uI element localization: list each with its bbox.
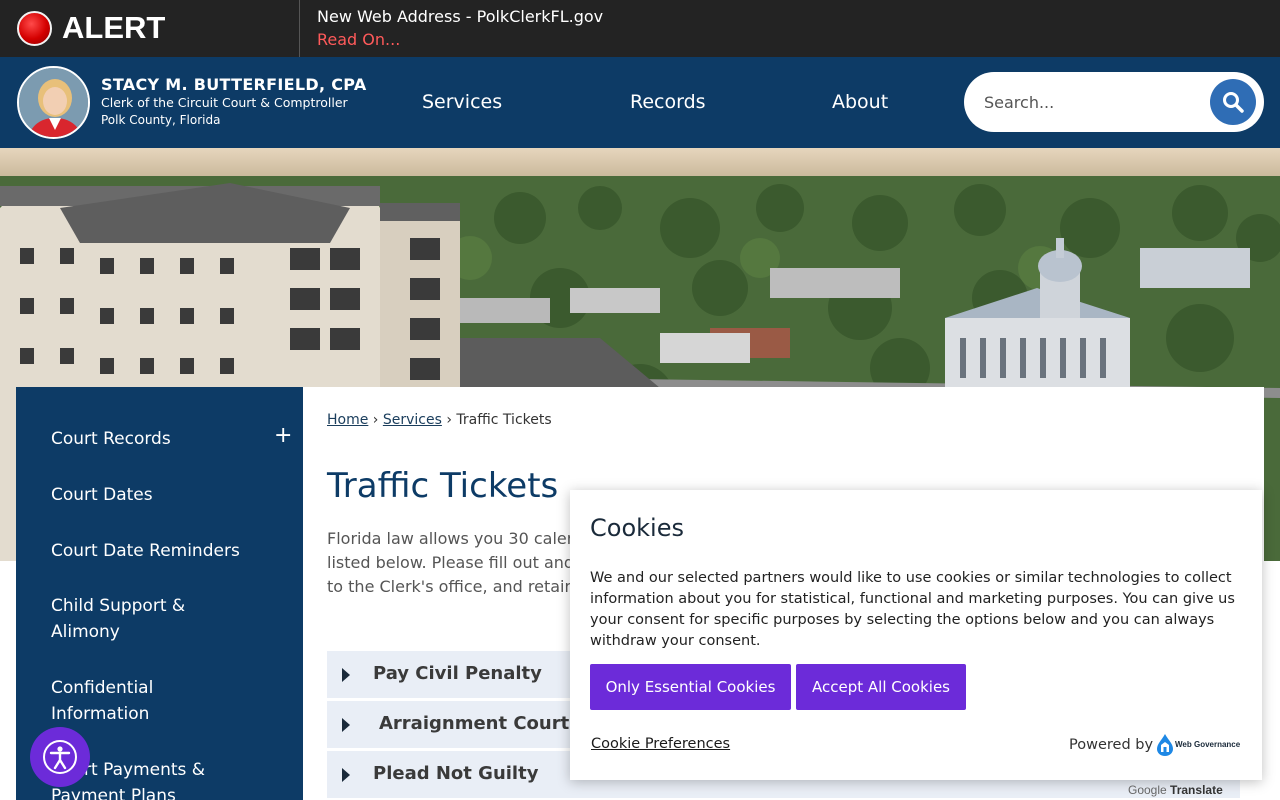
caret-right-icon [342, 768, 350, 782]
breadcrumb-current: Traffic Tickets [456, 412, 552, 428]
google-brand: Google [1128, 783, 1167, 797]
web-governance-logo: Web Governance [1155, 733, 1245, 757]
nav-services[interactable]: Services [422, 91, 502, 113]
page-title: Traffic Tickets [327, 466, 559, 506]
caret-right-icon [342, 718, 350, 732]
caret-right-icon [342, 668, 350, 682]
search-box [964, 72, 1264, 132]
sidebar-item-court-date-reminders[interactable]: Court Date Reminders [51, 538, 240, 564]
alert-read-on-link[interactable]: Read On... [317, 30, 400, 49]
search-icon [1223, 92, 1244, 113]
accordion-label: Arraignment Court Ap [379, 713, 603, 734]
breadcrumb: Home › Services › Traffic Tickets [327, 412, 552, 428]
only-essential-cookies-button[interactable]: Only Essential Cookies [590, 664, 791, 710]
cookie-description: We and our selected partners would like … [590, 570, 1235, 649]
clerk-title: Clerk of the Circuit Court & Comptroller [101, 95, 348, 110]
breadcrumb-services[interactable]: Services [383, 412, 442, 428]
search-input[interactable] [984, 85, 1204, 119]
clerk-portrait [17, 66, 90, 139]
clerk-location: Polk County, Florida [101, 113, 221, 127]
cookie-title: Cookies [590, 514, 684, 542]
accessibility-icon [43, 740, 77, 774]
site-header: STACY M. BUTTERFIELD, CPA Clerk of the C… [0, 57, 1280, 148]
web-governance-logo-text: Web Governance [1175, 740, 1241, 749]
google-translate-widget[interactable]: Google Translate [1128, 783, 1223, 797]
accept-all-cookies-button[interactable]: Accept All Cookies [796, 664, 966, 710]
clerk-name: STACY M. BUTTERFIELD, CPA [101, 75, 367, 94]
accordion-label: Pay Civil Penalty [373, 663, 542, 684]
search-button[interactable] [1210, 79, 1256, 125]
breadcrumb-separator: › [372, 412, 379, 428]
nav-about[interactable]: About [832, 91, 888, 113]
powered-by-label: Powered by [1069, 737, 1154, 753]
alert-bar: ALERT New Web Address - PolkClerkFL.gov … [0, 0, 1280, 57]
accessibility-button[interactable] [30, 727, 90, 787]
alert-badge: ALERT [0, 0, 300, 57]
cookie-consent-dialog: Cookies We and our selected partners wou… [570, 490, 1262, 780]
breadcrumb-separator: › [446, 412, 452, 428]
sidebar-item-confidential-information[interactable]: Confidential Information [51, 675, 201, 727]
translate-label: Translate [1170, 783, 1223, 797]
expand-plus-icon[interactable]: + [274, 425, 292, 447]
alert-icon [17, 11, 52, 46]
alert-label: ALERT [62, 10, 166, 45]
alert-message: New Web Address - PolkClerkFL.gov [317, 7, 604, 26]
breadcrumb-home[interactable]: Home [327, 412, 368, 428]
accordion-label: Plead Not Guilty [373, 763, 539, 784]
cookie-preferences-link[interactable]: Cookie Preferences [591, 736, 730, 752]
sidebar-item-court-records[interactable]: Court Records [51, 426, 171, 452]
nav-records[interactable]: Records [630, 91, 706, 113]
sidebar-item-court-dates[interactable]: Court Dates [51, 482, 153, 508]
sidebar-item-child-support[interactable]: Child Support & Alimony [51, 593, 211, 645]
